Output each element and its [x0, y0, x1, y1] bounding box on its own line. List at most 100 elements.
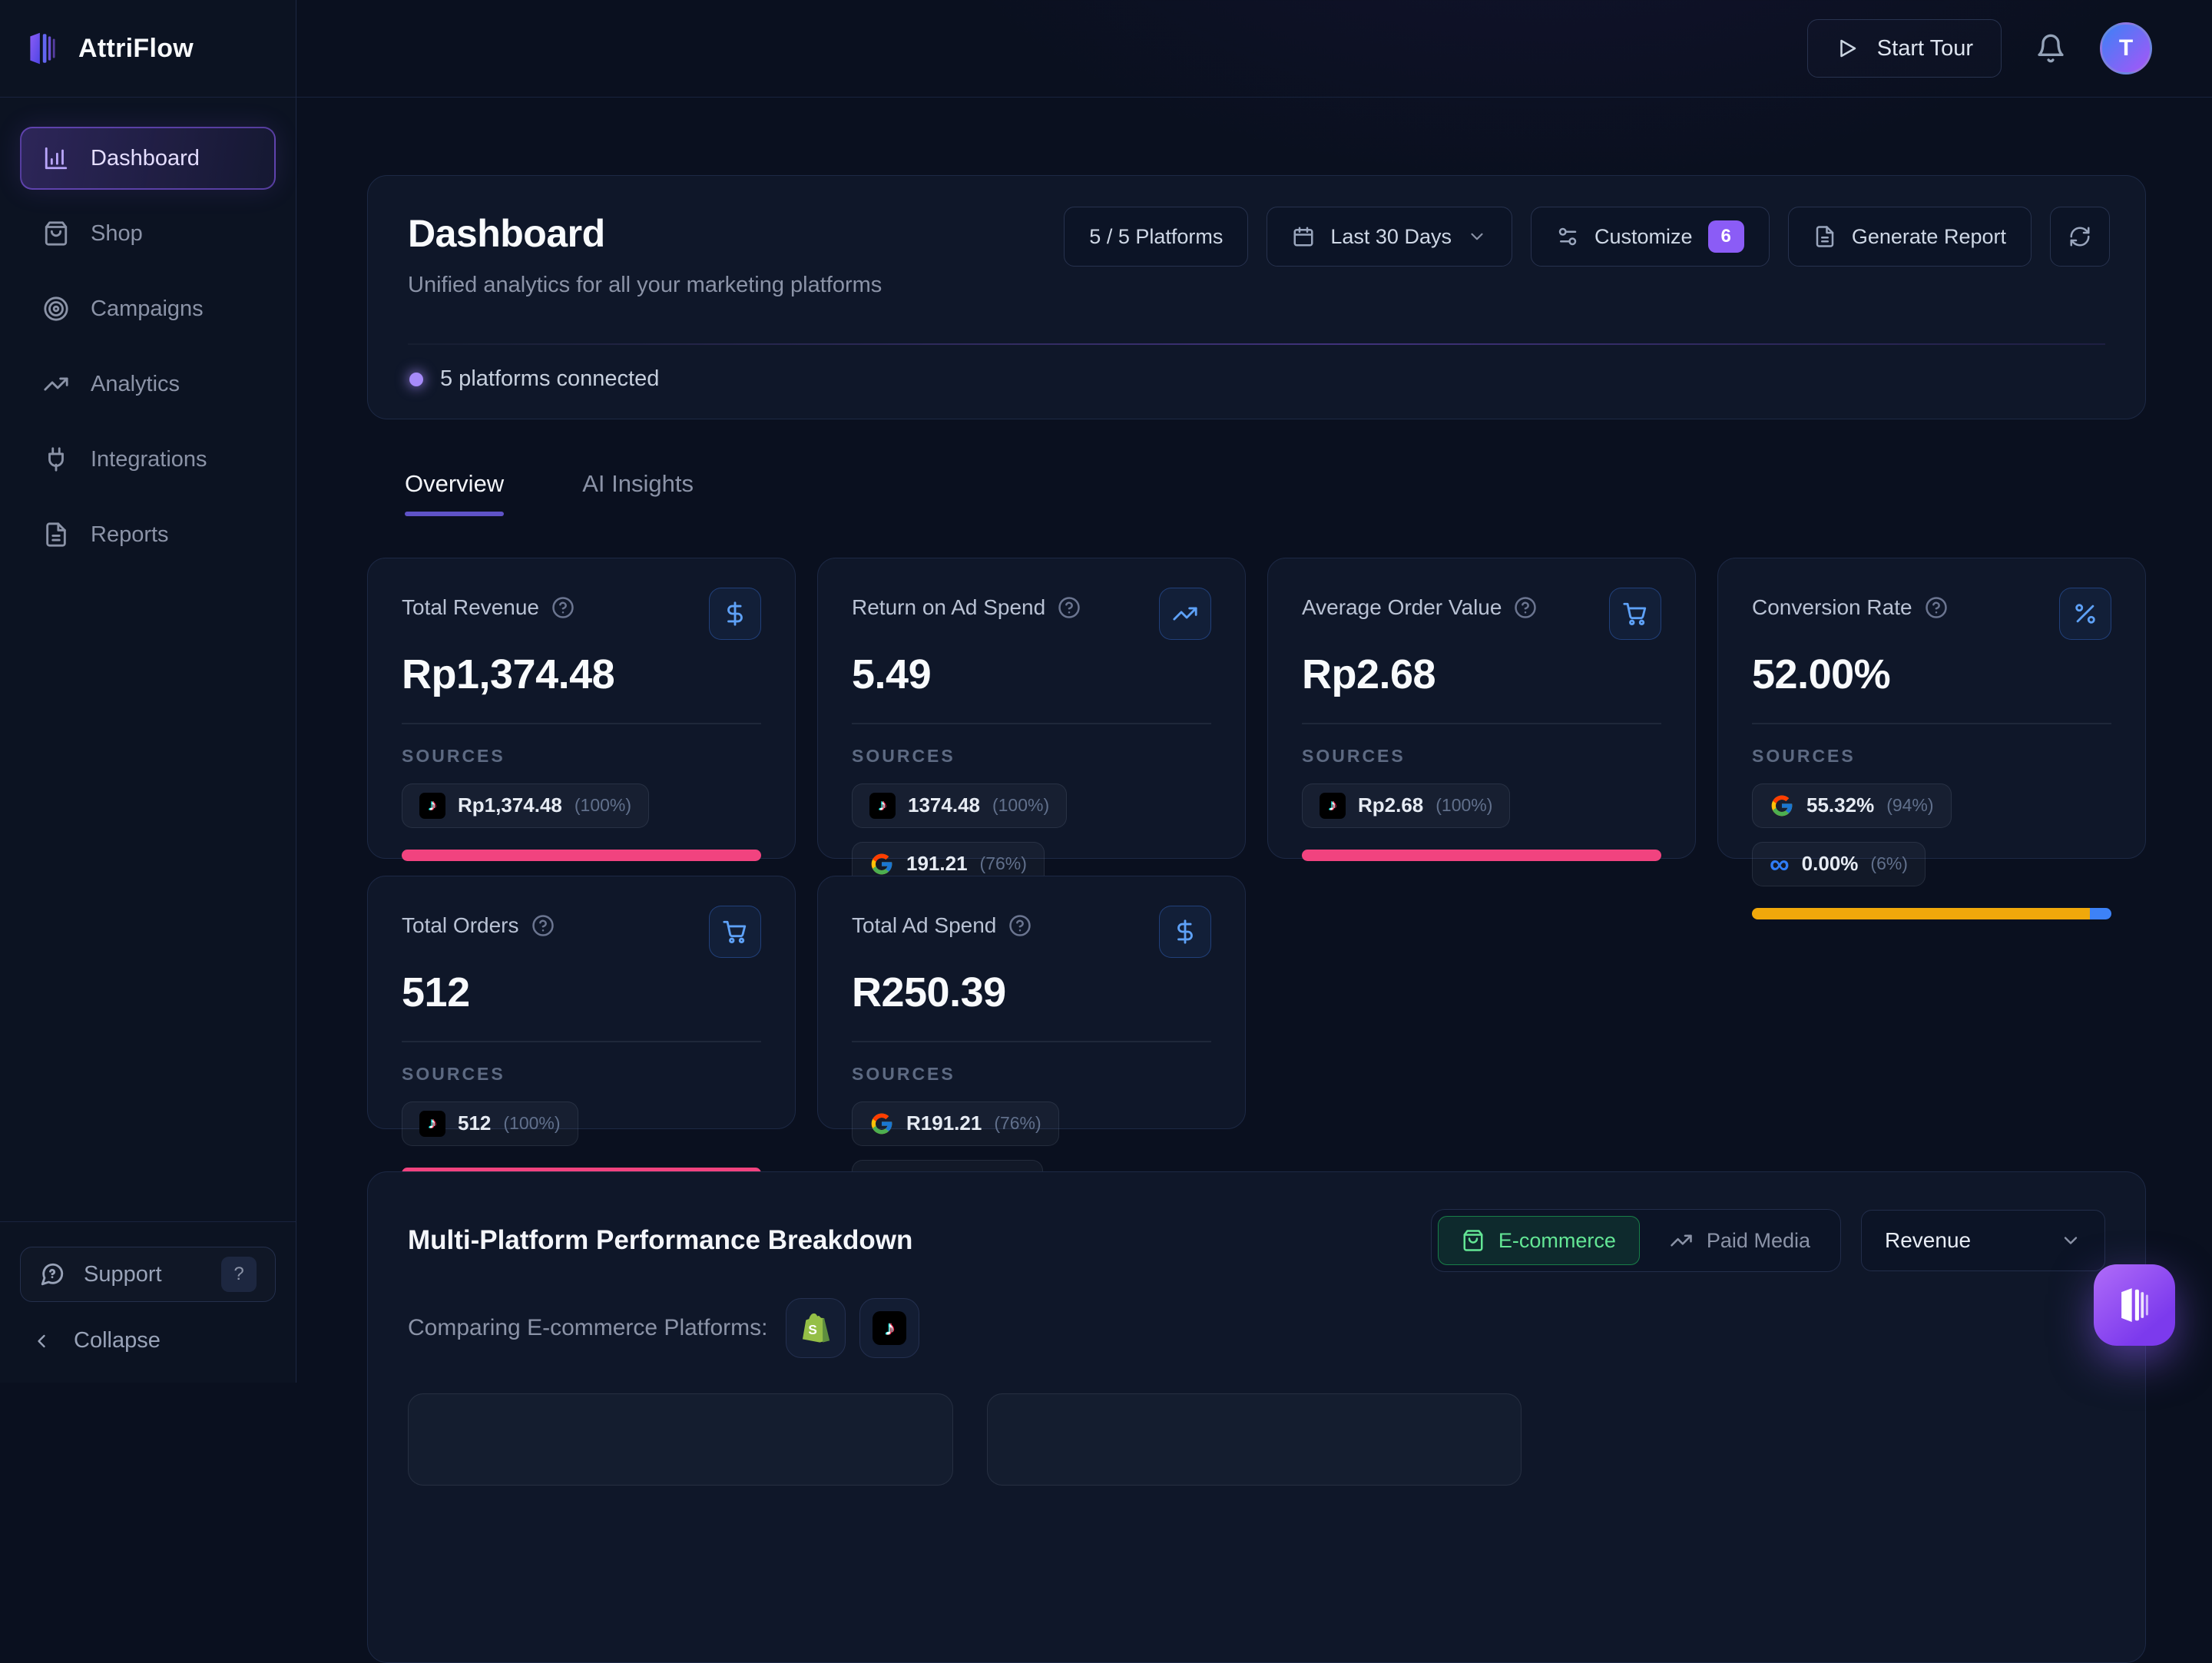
sources-label: SOURCES	[402, 746, 761, 767]
card-divider	[402, 723, 761, 724]
meta-icon: ∞	[1770, 853, 1790, 875]
help-circle-icon[interactable]	[531, 914, 555, 937]
source-badge-tiktok: ♪ Rp2.68 (100%)	[1302, 783, 1510, 828]
tab-ai-insights[interactable]: AI Insights	[582, 470, 694, 516]
help-circle-icon[interactable]	[551, 596, 575, 619]
source-badges: ♪ Rp1,374.48 (100%)	[402, 783, 761, 828]
start-tour-label: Start Tour	[1877, 36, 1973, 61]
card-divider	[402, 1041, 761, 1042]
collapse-sidebar-button[interactable]: Collapse	[20, 1328, 171, 1353]
metric-title: Total Ad Spend	[852, 913, 996, 938]
sources-label: SOURCES	[402, 1064, 761, 1085]
metric-card-total-ad-spend: Total Ad Spend R250.39 SOURCES R191.21 (…	[817, 876, 1246, 1129]
source-percentage: (94%)	[1886, 795, 1933, 816]
sidebar-item-dashboard[interactable]: Dashboard	[20, 127, 276, 190]
breakdown-header: Multi-Platform Performance Breakdown E-c…	[408, 1209, 2105, 1272]
platform-summary-card-partial	[987, 1393, 1522, 1486]
platforms-count-button[interactable]: 5 / 5 Platforms	[1064, 207, 1248, 267]
metric-select-dropdown[interactable]: Revenue	[1861, 1210, 2105, 1271]
source-badge-tiktok: ♪ Rp1,374.48 (100%)	[402, 783, 649, 828]
sidebar-item-analytics[interactable]: Analytics	[20, 353, 276, 416]
sidebar-item-reports[interactable]: Reports	[20, 503, 276, 566]
shopping-bag-icon	[1462, 1229, 1485, 1252]
mode-toggle-paid-media[interactable]: Paid Media	[1646, 1216, 1834, 1265]
comparing-label: Comparing E-commerce Platforms:	[408, 1315, 767, 1341]
metric-type-icon-badge	[1609, 588, 1661, 640]
start-tour-button[interactable]: Start Tour	[1807, 19, 2002, 78]
chevron-down-icon	[1467, 227, 1487, 247]
card-divider	[1752, 723, 2111, 724]
mode-toggle-label: Paid Media	[1707, 1229, 1810, 1253]
source-percentage: (76%)	[994, 1113, 1041, 1134]
attriflow-assistant-fab[interactable]	[2094, 1264, 2175, 1346]
card-divider	[852, 1041, 1211, 1042]
metric-select-value: Revenue	[1885, 1228, 1971, 1253]
sidebar-item-campaigns[interactable]: Campaigns	[20, 277, 276, 340]
support-button[interactable]: Support ?	[20, 1247, 276, 1302]
content-tabs: Overview AI Insights	[405, 470, 694, 516]
breakdown-controls: E-commerce Paid Media Revenue	[1431, 1209, 2105, 1272]
source-percentage: (6%)	[1870, 853, 1908, 874]
trending-up-icon	[1670, 1229, 1693, 1252]
google-icon	[869, 1111, 894, 1136]
source-value: 1374.48	[908, 793, 980, 817]
tiktok-icon: ♪	[873, 1311, 906, 1345]
sidebar-item-label: Campaigns	[91, 296, 204, 322]
generate-report-button[interactable]: Generate Report	[1788, 207, 2032, 267]
google-icon	[869, 852, 894, 876]
source-badges: ♪ 512 (100%)	[402, 1101, 761, 1146]
bar-segment	[1302, 850, 1661, 861]
mode-toggle-e-commerce[interactable]: E-commerce	[1438, 1216, 1640, 1265]
metric-cards-row-2: Total Orders 512 SOURCES ♪ 512 (100%) To…	[367, 876, 2146, 1129]
tiktok-icon: ♪	[869, 793, 896, 819]
sidebar-footer: Support ? Collapse	[0, 1221, 296, 1383]
help-circle-icon[interactable]	[1925, 596, 1948, 619]
refresh-button[interactable]	[2050, 207, 2110, 267]
trending-up-icon	[1172, 601, 1198, 627]
source-badges: 55.32% (94%) ∞ 0.00% (6%)	[1752, 783, 2111, 886]
metric-title: Average Order Value	[1302, 595, 1502, 620]
tiktok-icon: ♪	[1320, 793, 1346, 819]
shopping-bag-icon	[43, 220, 69, 247]
multi-platform-breakdown-card: Multi-Platform Performance Breakdown E-c…	[367, 1171, 2146, 1663]
help-circle-icon[interactable]	[1514, 596, 1537, 619]
help-circle-icon[interactable]	[1008, 914, 1031, 937]
metric-value: 52.00%	[1752, 651, 2111, 698]
date-range-button[interactable]: Last 30 Days	[1267, 207, 1512, 267]
user-avatar[interactable]: T	[2100, 22, 2152, 75]
sidebar-item-shop[interactable]: Shop	[20, 202, 276, 265]
trending-up-icon	[43, 371, 69, 397]
page-subtitle: Unified analytics for all your marketing…	[408, 273, 2105, 298]
source-percentage: (76%)	[980, 853, 1027, 874]
plug-icon	[43, 446, 69, 472]
comparing-row: Comparing E-commerce Platforms: S♪	[408, 1298, 2105, 1358]
collapse-label: Collapse	[74, 1328, 161, 1353]
topbar: Start Tour T	[296, 0, 2212, 98]
sources-label: SOURCES	[852, 1064, 1211, 1085]
support-shortcut-key: ?	[221, 1257, 257, 1292]
metric-card-header: Conversion Rate	[1752, 588, 2111, 640]
notifications-bell-icon[interactable]	[2035, 33, 2066, 64]
file-text-icon	[1813, 225, 1836, 248]
header-controls: 5 / 5 Platforms Last 30 Days Customize 6…	[1064, 207, 2110, 267]
metric-card-conversion-rate: Conversion Rate 52.00% SOURCES 55.32% (9…	[1717, 558, 2146, 859]
file-text-icon	[43, 522, 69, 548]
source-split-bar	[1302, 850, 1661, 861]
sidebar-item-label: Reports	[91, 522, 169, 548]
tab-overview[interactable]: Overview	[405, 470, 504, 516]
source-value: Rp2.68	[1358, 793, 1423, 817]
metric-value: 5.49	[852, 651, 1211, 698]
customize-count-badge: 6	[1708, 220, 1744, 253]
sources-label: SOURCES	[1752, 746, 2111, 767]
source-percentage: (100%)	[503, 1113, 560, 1134]
metric-type-icon-badge	[709, 906, 761, 958]
dollar-sign-icon	[722, 601, 748, 627]
customize-button[interactable]: Customize 6	[1531, 207, 1770, 267]
help-circle-icon[interactable]	[1058, 596, 1081, 619]
tiktok-icon: ♪	[419, 1111, 445, 1137]
support-label: Support	[84, 1262, 162, 1287]
breakdown-title: Multi-Platform Performance Breakdown	[408, 1225, 912, 1256]
brand-name: AttriFlow	[78, 34, 194, 64]
sidebar-item-integrations[interactable]: Integrations	[20, 428, 276, 491]
source-badge-google: 55.32% (94%)	[1752, 783, 1952, 828]
